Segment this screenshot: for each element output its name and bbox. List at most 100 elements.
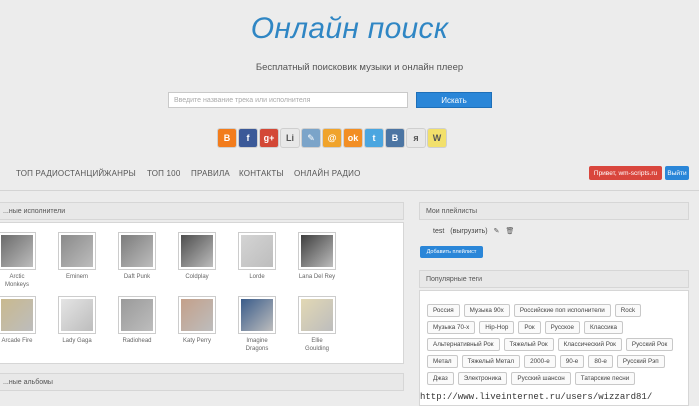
artist-name[interactable]: Lorde bbox=[237, 273, 277, 281]
tag-chip[interactable]: 2000-е bbox=[524, 355, 556, 368]
artist-card[interactable]: Eminem bbox=[57, 233, 97, 281]
artist-thumbnail[interactable] bbox=[119, 297, 155, 333]
artist-name[interactable]: Katy Perry bbox=[177, 337, 217, 345]
vk-icon[interactable]: B bbox=[386, 129, 404, 147]
logout-button[interactable]: Выйти bbox=[665, 166, 689, 180]
artist-card[interactable]: Arcade Fire bbox=[0, 297, 37, 345]
tag-chip[interactable]: Тяжелый Метал bbox=[461, 355, 521, 368]
tag-chip[interactable]: Метал bbox=[427, 355, 458, 368]
tag-chip[interactable]: Русский шансон bbox=[511, 372, 571, 385]
tag-chip[interactable]: Джаз bbox=[427, 372, 454, 385]
tag-chip[interactable]: Рок bbox=[518, 321, 541, 334]
artist-card[interactable]: Arctic Monkeys bbox=[0, 233, 37, 289]
artist-thumbnail[interactable] bbox=[179, 233, 215, 269]
albums-panel-title: ...ные альбомы bbox=[3, 379, 53, 386]
liveinternet-icon[interactable]: Li bbox=[281, 129, 299, 147]
yaru-icon[interactable]: я bbox=[407, 129, 425, 147]
tag-chip[interactable]: Тяжелый Рок bbox=[503, 338, 554, 351]
artist-thumbnail[interactable] bbox=[119, 233, 155, 269]
tags-panel-title: Популярные теги bbox=[426, 276, 483, 283]
facebook-icon[interactable]: f bbox=[239, 129, 257, 147]
artist-thumbnail[interactable] bbox=[299, 233, 335, 269]
tag-chip[interactable]: Классический Рок bbox=[557, 338, 622, 351]
artist-thumbnail[interactable] bbox=[299, 297, 335, 333]
artist-name[interactable]: Eminem bbox=[57, 273, 97, 281]
artist-thumbnail[interactable] bbox=[239, 297, 275, 333]
pencil-icon[interactable]: ✎ bbox=[494, 227, 500, 235]
artist-card[interactable]: Daft Punk bbox=[117, 233, 157, 281]
nav-rules[interactable]: ПРАВИЛА bbox=[191, 169, 230, 178]
search-button[interactable]: Искать bbox=[416, 92, 492, 108]
artist-thumbnail[interactable] bbox=[59, 233, 95, 269]
playlist-export-link[interactable]: (выгрузить) bbox=[450, 228, 487, 235]
nav-contacts[interactable]: КОНТАКТЫ bbox=[239, 169, 284, 178]
artists-panel-header: ...ные исполнители bbox=[0, 202, 404, 220]
tag-chip[interactable]: Российские поп исполнители bbox=[513, 304, 611, 317]
artist-name[interactable]: Lana Del Rey bbox=[297, 273, 337, 281]
artists-panel-title: ...ные исполнители bbox=[3, 208, 66, 215]
artist-name[interactable]: Coldplay bbox=[177, 273, 217, 281]
wordpress-icon[interactable]: W bbox=[428, 129, 446, 147]
tag-chip[interactable]: Электроника bbox=[457, 372, 508, 385]
odnoklassniki-icon[interactable]: ok bbox=[344, 129, 362, 147]
tag-chip[interactable]: Классика bbox=[583, 321, 624, 334]
tag-chip[interactable]: 90-е bbox=[559, 355, 585, 368]
tag-chip[interactable]: Россия bbox=[427, 304, 460, 317]
nav-top-radio[interactable]: ТОП РАДИОСТАНЦИЙ bbox=[16, 169, 104, 178]
tags-panel-header: Популярные теги bbox=[419, 270, 689, 288]
social-share-bar: Bf g+ Li ✎ @ ok t Bя W bbox=[218, 129, 446, 147]
artist-card[interactable]: Coldplay bbox=[177, 233, 217, 281]
artist-thumbnail[interactable] bbox=[0, 233, 35, 269]
playlist-row[interactable]: test (выгрузить) ✎ 🗑 bbox=[433, 227, 514, 236]
twitter-icon[interactable]: t bbox=[365, 129, 383, 147]
artist-name[interactable]: Radiohead bbox=[117, 337, 157, 345]
artist-card[interactable]: Lady Gaga bbox=[57, 297, 97, 345]
user-greeting-button[interactable]: Привет, wm-scripts.ru bbox=[589, 166, 662, 180]
googleplus-icon[interactable]: g+ bbox=[260, 129, 278, 147]
artist-thumbnail[interactable] bbox=[0, 297, 35, 333]
artist-name[interactable]: Lady Gaga bbox=[57, 337, 97, 345]
artist-card[interactable]: Katy Perry bbox=[177, 297, 217, 345]
artist-name[interactable]: Arcade Fire bbox=[0, 337, 37, 345]
tag-chip[interactable]: Rock bbox=[614, 304, 642, 317]
artist-card[interactable]: Lana Del Rey bbox=[297, 233, 337, 281]
tag-chip[interactable]: Hip-Hop bbox=[479, 321, 515, 334]
page-title: Онлайн поиск bbox=[250, 12, 449, 45]
playlists-panel-title: Мои плейлисты bbox=[426, 208, 478, 215]
artist-name[interactable]: Arctic Monkeys bbox=[0, 273, 37, 289]
artist-card[interactable]: Imagine Dragons bbox=[237, 297, 277, 353]
search-input[interactable] bbox=[168, 92, 408, 108]
playlists-panel-header: Мои плейлисты bbox=[419, 202, 689, 220]
albums-panel-header: ...ные альбомы bbox=[0, 373, 404, 391]
artist-thumbnail[interactable] bbox=[179, 297, 215, 333]
mail-icon[interactable]: @ bbox=[323, 129, 341, 147]
artists-panel: Arctic Monkeys Eminem Daft Punk Coldplay Lor… bbox=[0, 222, 404, 364]
page-subtitle: Бесплатный поисковик музыки и онлайн пле… bbox=[255, 62, 464, 73]
tag-chip[interactable]: Музыка 90х bbox=[463, 304, 510, 317]
blogger-icon[interactable]: B bbox=[218, 129, 236, 147]
artist-name[interactable]: Daft Punk bbox=[117, 273, 157, 281]
nav-online-radio[interactable]: ОНЛАЙН РАДИО bbox=[294, 169, 361, 178]
artist-card[interactable]: Lorde bbox=[237, 233, 277, 281]
artist-thumbnail[interactable] bbox=[239, 233, 275, 269]
tag-chip[interactable]: Татарские песни bbox=[574, 372, 636, 385]
tag-chip[interactable]: Русское bbox=[544, 321, 580, 334]
artist-name[interactable]: Imagine Dragons bbox=[237, 337, 277, 353]
livejournal-icon[interactable]: ✎ bbox=[302, 129, 320, 147]
watermark-url: http://www.liveinternet.ru/users/wizzard… bbox=[420, 392, 653, 402]
tag-chip[interactable]: Русский Рок bbox=[625, 338, 674, 351]
add-playlist-button[interactable]: Добавить плейлист bbox=[420, 246, 483, 258]
artist-card[interactable]: Radiohead bbox=[117, 297, 157, 345]
tag-chip[interactable]: Музыка 70-х bbox=[427, 321, 476, 334]
nav-genres[interactable]: ЖАНРЫ bbox=[104, 169, 136, 178]
artist-name[interactable]: Ellie Goulding bbox=[297, 337, 337, 353]
nav-top-100[interactable]: ТОП 100 bbox=[147, 169, 180, 178]
playlist-name[interactable]: test bbox=[433, 228, 444, 235]
trash-icon[interactable]: 🗑 bbox=[505, 227, 514, 235]
tag-chip[interactable]: Альтернативный Рок bbox=[427, 338, 500, 351]
tag-chip[interactable]: 80-е bbox=[588, 355, 613, 368]
tag-chip[interactable]: Русский Рэп bbox=[616, 355, 665, 368]
artist-thumbnail[interactable] bbox=[59, 297, 95, 333]
tag-cloud: Россия Музыка 90х Российские поп исполните… bbox=[427, 304, 689, 385]
artist-card[interactable]: Ellie Goulding bbox=[297, 297, 337, 353]
